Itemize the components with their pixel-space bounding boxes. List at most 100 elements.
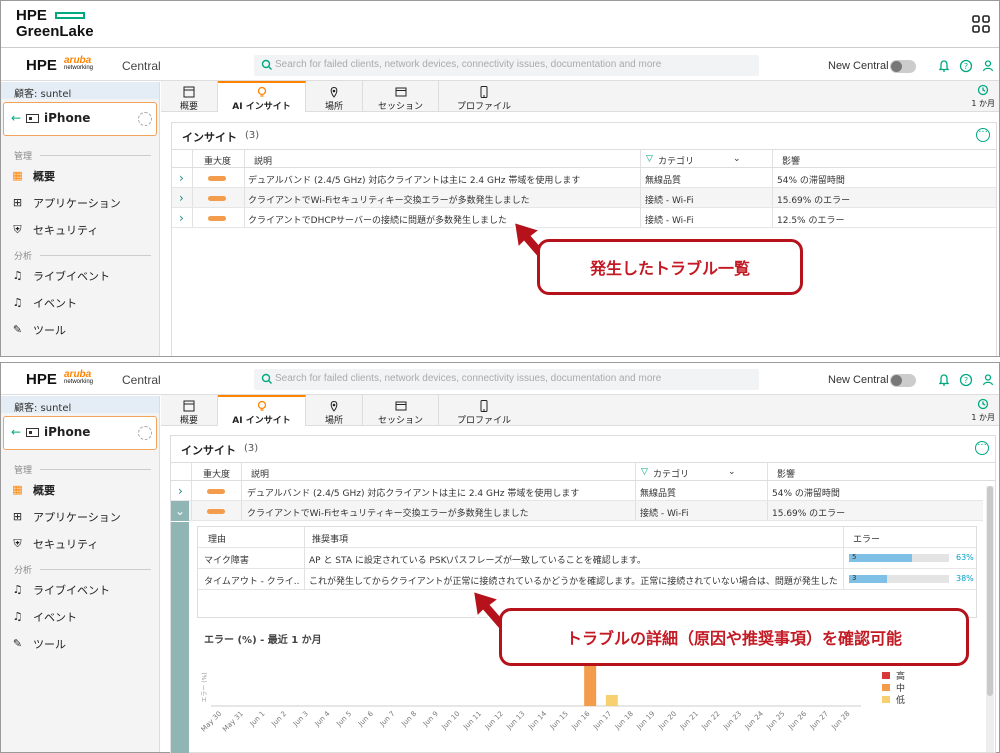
back-arrow-icon[interactable]: ← [11, 111, 21, 125]
x-tick-label: Jun 11 [461, 710, 483, 732]
tab-location[interactable]: 場所 [306, 81, 363, 112]
x-tick-label: Jun 25 [765, 710, 787, 732]
expanded-row-indicator [171, 522, 189, 753]
chevron-down-icon[interactable]: ⌄ [728, 467, 736, 477]
table-row[interactable]: › デュアルバンド (2.4/5 GHz) 対応クライアントは主に 2.4 GH… [172, 168, 996, 188]
collapse-icon[interactable]: ⌄ [171, 501, 189, 521]
more-options-icon[interactable]: ··· [976, 128, 990, 142]
tab-sessions[interactable]: セッション [363, 81, 439, 112]
sidebar-item-label: ツール [33, 323, 66, 337]
sidebar-item-tools[interactable]: ✎ ツール [1, 316, 159, 343]
filter-icon[interactable]: ▽ [641, 467, 648, 477]
shield-icon: ⛨ [13, 222, 22, 236]
col-description[interactable]: 説明 [251, 467, 269, 480]
col-impact[interactable]: 影響 [782, 154, 800, 167]
col-impact[interactable]: 影響 [777, 467, 795, 480]
sidebar-item-live-events[interactable]: ♫ ライブイベント [1, 262, 159, 289]
grid-icon: ▦ [12, 483, 23, 496]
user-icon[interactable] [981, 59, 995, 73]
overview-icon [183, 400, 195, 412]
device-selector[interactable]: ← iPhone [3, 416, 157, 450]
row-category: 接続 - Wi-Fi [645, 196, 694, 206]
tab-sessions[interactable]: セッション [363, 395, 439, 426]
scrollbar-thumb[interactable] [987, 486, 993, 696]
notification-bell-icon[interactable] [937, 373, 951, 387]
time-range-selector[interactable]: 1 か月 [971, 84, 995, 109]
sidebar-item-overview[interactable]: ▦ 概要 [1, 162, 159, 189]
col-description[interactable]: 説明 [254, 154, 272, 167]
customer-label: 顧客: suntel [1, 396, 159, 414]
col-severity[interactable]: 重大度 [203, 467, 230, 480]
more-options-icon[interactable]: ··· [975, 441, 989, 455]
user-icon[interactable] [981, 373, 995, 387]
help-icon[interactable]: ? [959, 373, 973, 387]
expand-icon[interactable]: › [179, 191, 184, 205]
aruba-central-logo[interactable]: HPE aruba networking Central [26, 55, 161, 74]
search-input[interactable]: Search for failed clients, network devic… [254, 369, 759, 390]
chevron-down-icon[interactable]: ⌄ [733, 154, 741, 164]
detail-row: マイク障害 AP と STA に設定されている PSK\パスフレーズが一致してい… [198, 548, 976, 569]
bar-中 [584, 662, 597, 706]
legend-item-high[interactable]: 高 [882, 669, 905, 682]
bell-icon: ♫ [12, 583, 23, 596]
legend-item-low[interactable]: 低 [882, 693, 905, 706]
tab-location[interactable]: 場所 [306, 395, 363, 426]
insights-table-header: 重大度 説明 ▽ カテゴリ ⌄ 影響 [172, 149, 996, 168]
row-impact: 15.69% のエラー [772, 509, 846, 519]
sidebar-item-events[interactable]: ♫ イベント [1, 289, 159, 316]
table-row[interactable]: › デュアルバンド (2.4/5 GHz) 対応クライアントは主に 2.4 GH… [171, 481, 983, 501]
aruba-central-logo[interactable]: HPE aruba networking Central [26, 369, 161, 388]
scrollbar[interactable] [986, 486, 994, 752]
expand-icon[interactable]: › [178, 484, 183, 498]
new-central-toggle[interactable] [890, 374, 916, 387]
help-icon[interactable]: ? [959, 59, 973, 73]
sidebar-item-applications[interactable]: ⊞ アプリケーション [1, 189, 159, 216]
tab-profile[interactable]: プロファイル [439, 395, 529, 426]
time-range-label: 1 か月 [971, 99, 995, 108]
detail-table-header: 理由 推奨事項 エラー [198, 527, 976, 548]
insights-table-header: 重大度 説明 ▽ カテゴリ ⌄ 影響 [171, 462, 995, 481]
table-row[interactable]: › クライアントでDHCPサーバーの接続に問題が多数発生しました 接続 - Wi… [172, 208, 996, 228]
tab-ai-insights[interactable]: AI インサイト [218, 395, 306, 426]
tab-overview[interactable]: 概要 [161, 395, 218, 426]
phone-icon [480, 86, 488, 98]
new-central-label: New Central [828, 374, 889, 386]
table-row[interactable]: › クライアントでWi-Fiセキュリティキー交換エラーが多数発生しました 接続 … [172, 188, 996, 208]
sidebar-item-overview[interactable]: ▦ 概要 [1, 476, 159, 503]
new-central-toggle[interactable] [890, 60, 916, 73]
tab-ai-insights[interactable]: AI インサイト [218, 81, 306, 112]
col-category[interactable]: カテゴリ [658, 154, 694, 167]
device-selector[interactable]: ← iPhone [3, 102, 157, 136]
tab-overview[interactable]: 概要 [161, 81, 218, 112]
tab-profile[interactable]: プロファイル [439, 81, 529, 112]
notification-bell-icon[interactable] [937, 59, 951, 73]
sidebar-item-tools[interactable]: ✎ ツール [1, 630, 159, 657]
sidebar-item-live-events[interactable]: ♫ ライブイベント [1, 576, 159, 603]
pin-icon [330, 400, 338, 412]
expand-icon[interactable]: › [179, 211, 184, 225]
app-grid-icon[interactable] [971, 14, 991, 34]
hpe-element-icon [55, 12, 85, 19]
tab-bar: 概要 AI インサイト 場所 セッション プロファイル 1 か月 [161, 81, 999, 112]
logo-hpe: HPE [26, 371, 57, 388]
back-arrow-icon[interactable]: ← [11, 425, 21, 439]
x-tick-label: Jun 16 [570, 709, 592, 731]
row-description: デュアルバンド (2.4/5 GHz) 対応クライアントは主に 2.4 GHz … [248, 176, 581, 186]
error-percent: 38% [956, 574, 974, 583]
time-range-selector[interactable]: 1 か月 [971, 398, 995, 423]
expand-icon[interactable]: › [179, 171, 184, 185]
sidebar-item-security[interactable]: ⛨ セキュリティ [1, 216, 159, 243]
sidebar-item-applications[interactable]: ⊞ アプリケーション [1, 503, 159, 530]
col-category[interactable]: カテゴリ [653, 467, 689, 480]
col-severity[interactable]: 重大度 [204, 154, 231, 167]
detail-reason: マイク障害 [204, 556, 249, 566]
search-input[interactable]: Search for failed clients, network devic… [254, 55, 759, 76]
table-row-expanded[interactable]: ⌄ クライアントでWi-Fiセキュリティキー交換エラーが多数発生しました 接続 … [171, 501, 983, 521]
sidebar-item-security[interactable]: ⛨ セキュリティ [1, 530, 159, 557]
filter-icon[interactable]: ▽ [646, 154, 653, 164]
legend-item-medium[interactable]: 中 [882, 681, 905, 694]
sidebar-item-events[interactable]: ♫ イベント [1, 603, 159, 630]
bulb-icon [257, 400, 266, 411]
search-icon [261, 59, 272, 70]
x-tick-label: Jun 14 [526, 709, 548, 731]
